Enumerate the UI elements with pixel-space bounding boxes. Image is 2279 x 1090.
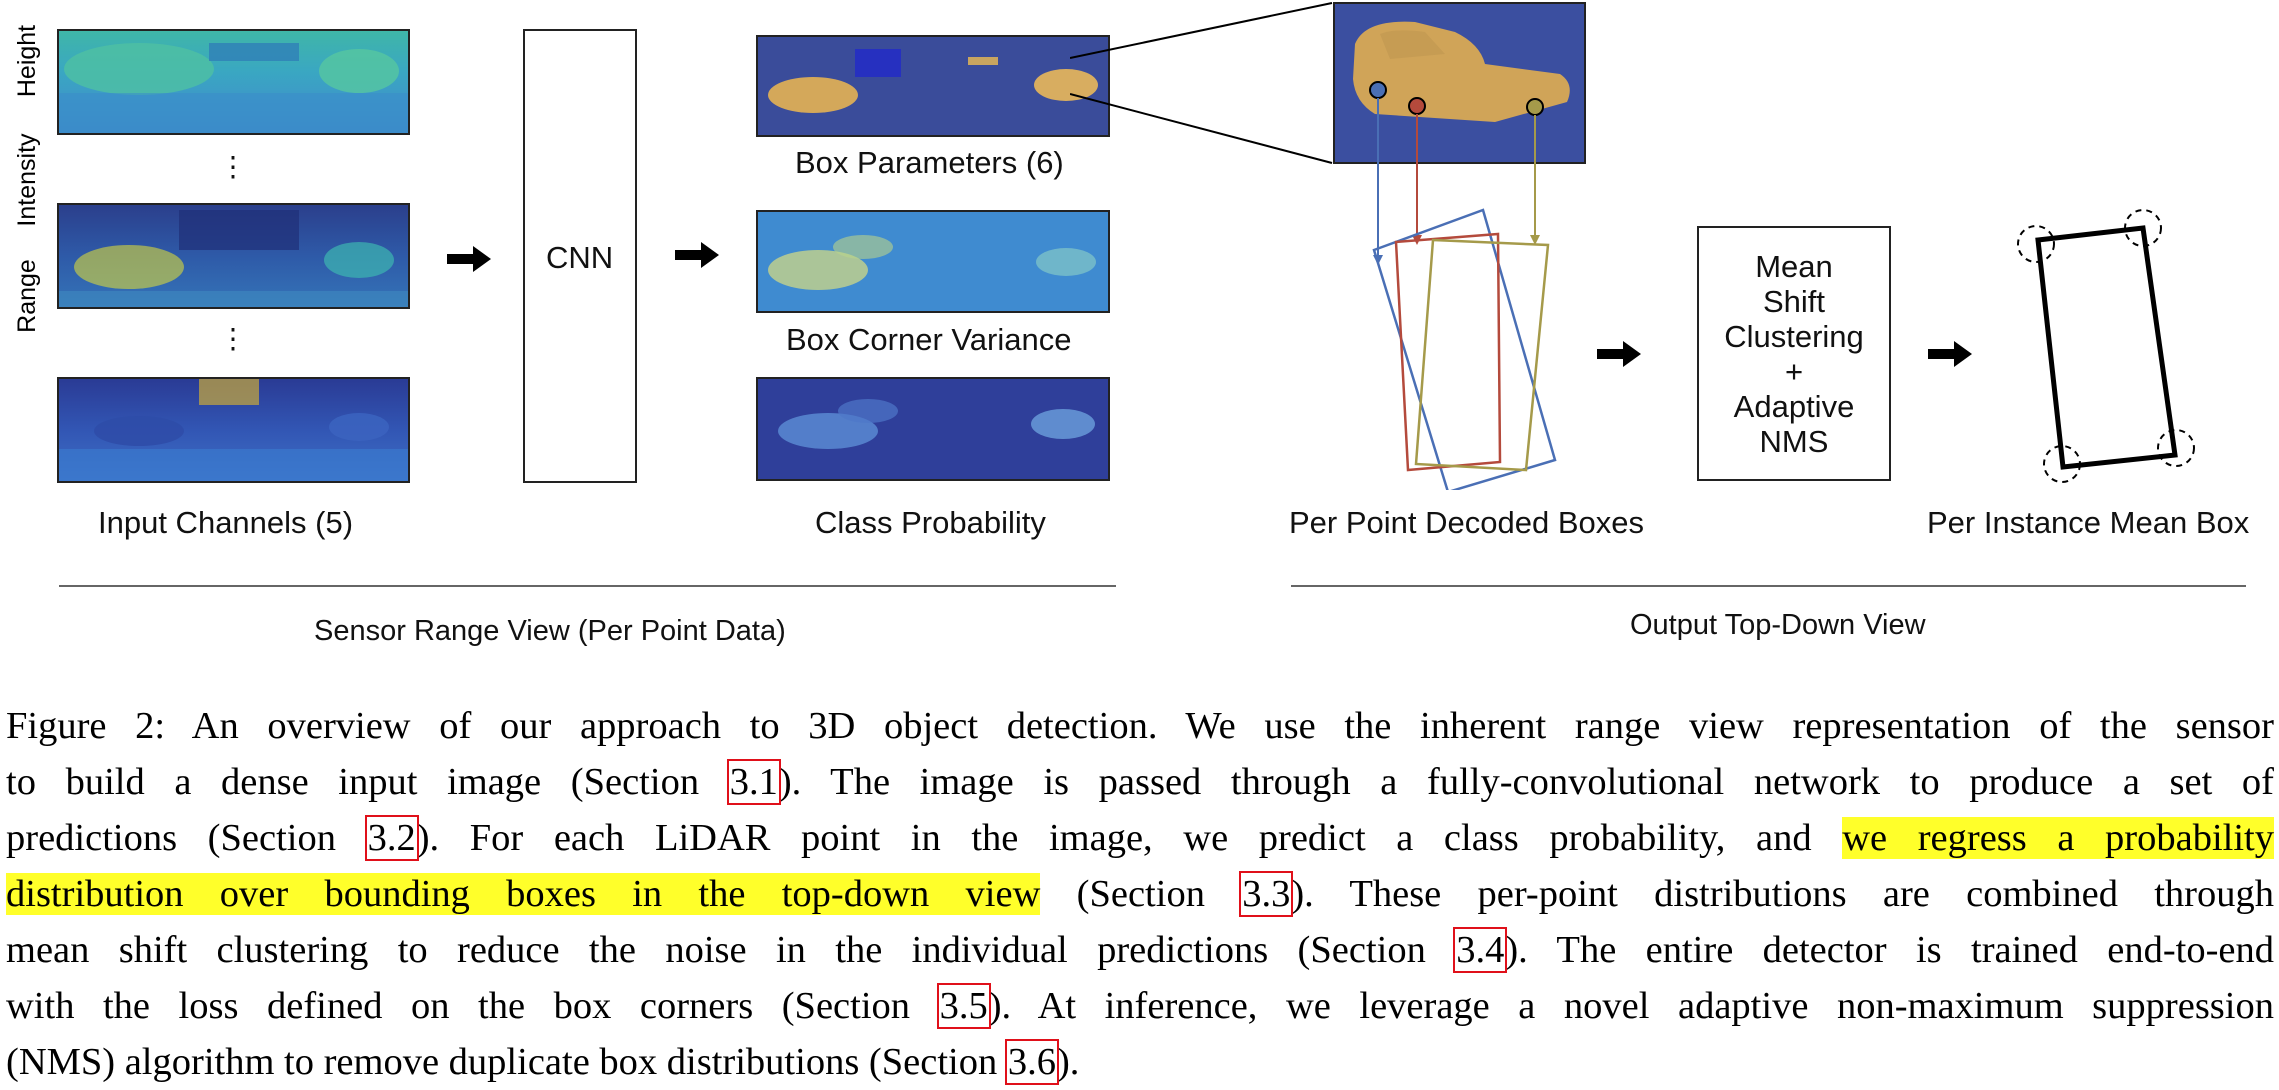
height-channel-image: [57, 29, 410, 135]
caption-text: ). At inference, we leverage a novel ada…: [988, 985, 2274, 1027]
section-left-label: Sensor Range View (Per Point Data): [314, 615, 786, 647]
caption-line: distribution over bounding boxes in the …: [6, 866, 2274, 922]
mean-shift-block: Mean Shift Clustering + Adaptive NMS: [1697, 226, 1891, 481]
caption-text: ). For each LiDAR point in the image, we…: [416, 817, 1843, 859]
arrow-right-icon: [447, 246, 491, 272]
mean-box-label: Per Instance Mean Box: [1927, 505, 2250, 540]
input-channels-title: Input Channels (5): [98, 505, 354, 540]
section-ref-link[interactable]: 3.5: [936, 983, 991, 1029]
caption-text: ). The entire detector is trained end-to…: [1505, 929, 2275, 971]
highlighted-text: we regress a probability: [1842, 817, 2274, 859]
caption-line: mean shift clustering to reduce the nois…: [6, 922, 2274, 978]
caption-text: ). These per-point distributions are com…: [1291, 873, 2274, 915]
caption-line: with the loss defined on the box corners…: [6, 978, 2274, 1034]
box-corner-variance-image: [756, 210, 1110, 313]
clustering-line: NMS: [1759, 423, 1829, 459]
ellipsis-2: ⋮: [219, 323, 247, 354]
clustering-line: Adaptive: [1733, 388, 1855, 424]
arrow-right-icon: [675, 242, 719, 268]
cnn-label: CNN: [546, 240, 614, 275]
class-probability-image: [756, 377, 1110, 481]
caption-text: to build a dense input image (Section: [6, 761, 729, 803]
caption-line: predictions (Section 3.2). For each LiDA…: [6, 810, 2274, 866]
ellipsis-1: ⋮: [219, 151, 247, 182]
caption-line: (NMS) algorithm to remove duplicate box …: [6, 1034, 2274, 1090]
section-ref-link[interactable]: 3.4: [1453, 927, 1508, 973]
section-divider-left: [59, 585, 1116, 587]
caption-line: to build a dense input image (Section 3.…: [6, 754, 2274, 810]
figure-caption: Figure 2: An overview of our approach to…: [6, 698, 2274, 1090]
caption-text: ).: [1056, 1041, 1080, 1083]
arrow-right-icon: [1928, 341, 1972, 367]
arrow-right-icon: [1597, 341, 1641, 367]
caption-text: (Section: [1040, 873, 1242, 915]
clustering-line: +: [1784, 353, 1804, 389]
highlighted-text: distribution over bounding boxes in the …: [6, 873, 1041, 915]
box-parameters-image: [756, 35, 1110, 137]
caption-text: ). The image is passed through a fully-c…: [778, 761, 2274, 803]
box-corner-variance-label: Box Corner Variance: [786, 322, 1072, 357]
section-ref-link[interactable]: 3.3: [1239, 871, 1294, 917]
range-channel-image: [57, 377, 410, 483]
range-label: Range: [13, 259, 41, 333]
mean-box-diagram: [2017, 209, 2195, 483]
caption-text: predictions (Section: [6, 817, 367, 859]
zoom-connector: [1070, 2, 1333, 164]
decoded-boxes-label: Per Point Decoded Boxes: [1289, 505, 1644, 540]
section-ref-link[interactable]: 3.2: [364, 815, 419, 861]
caption-line: Figure 2: An overview of our approach to…: [6, 698, 2274, 754]
section-ref-link[interactable]: 3.6: [1004, 1039, 1059, 1085]
clustering-line: Shift: [1762, 283, 1826, 319]
intensity-channel-image: [57, 203, 410, 309]
caption-text: (NMS) algorithm to remove duplicate box …: [6, 1041, 1007, 1083]
class-probability-label: Class Probability: [815, 505, 1046, 540]
caption-text: mean shift clustering to reduce the nois…: [6, 929, 1456, 971]
caption-text: with the loss defined on the box corners…: [6, 985, 939, 1027]
caption-text: Figure 2: An overview of our approach to…: [6, 705, 2274, 747]
section-ref-link[interactable]: 3.1: [726, 759, 781, 805]
decoded-boxes-diagram: [1369, 81, 1557, 490]
section-right-label: Output Top-Down View: [1630, 609, 1926, 641]
clustering-line: Clustering: [1724, 318, 1864, 354]
clustering-line: Mean: [1755, 248, 1833, 284]
box-parameters-label: Box Parameters (6): [795, 145, 1064, 180]
section-divider-right: [1291, 585, 2246, 587]
